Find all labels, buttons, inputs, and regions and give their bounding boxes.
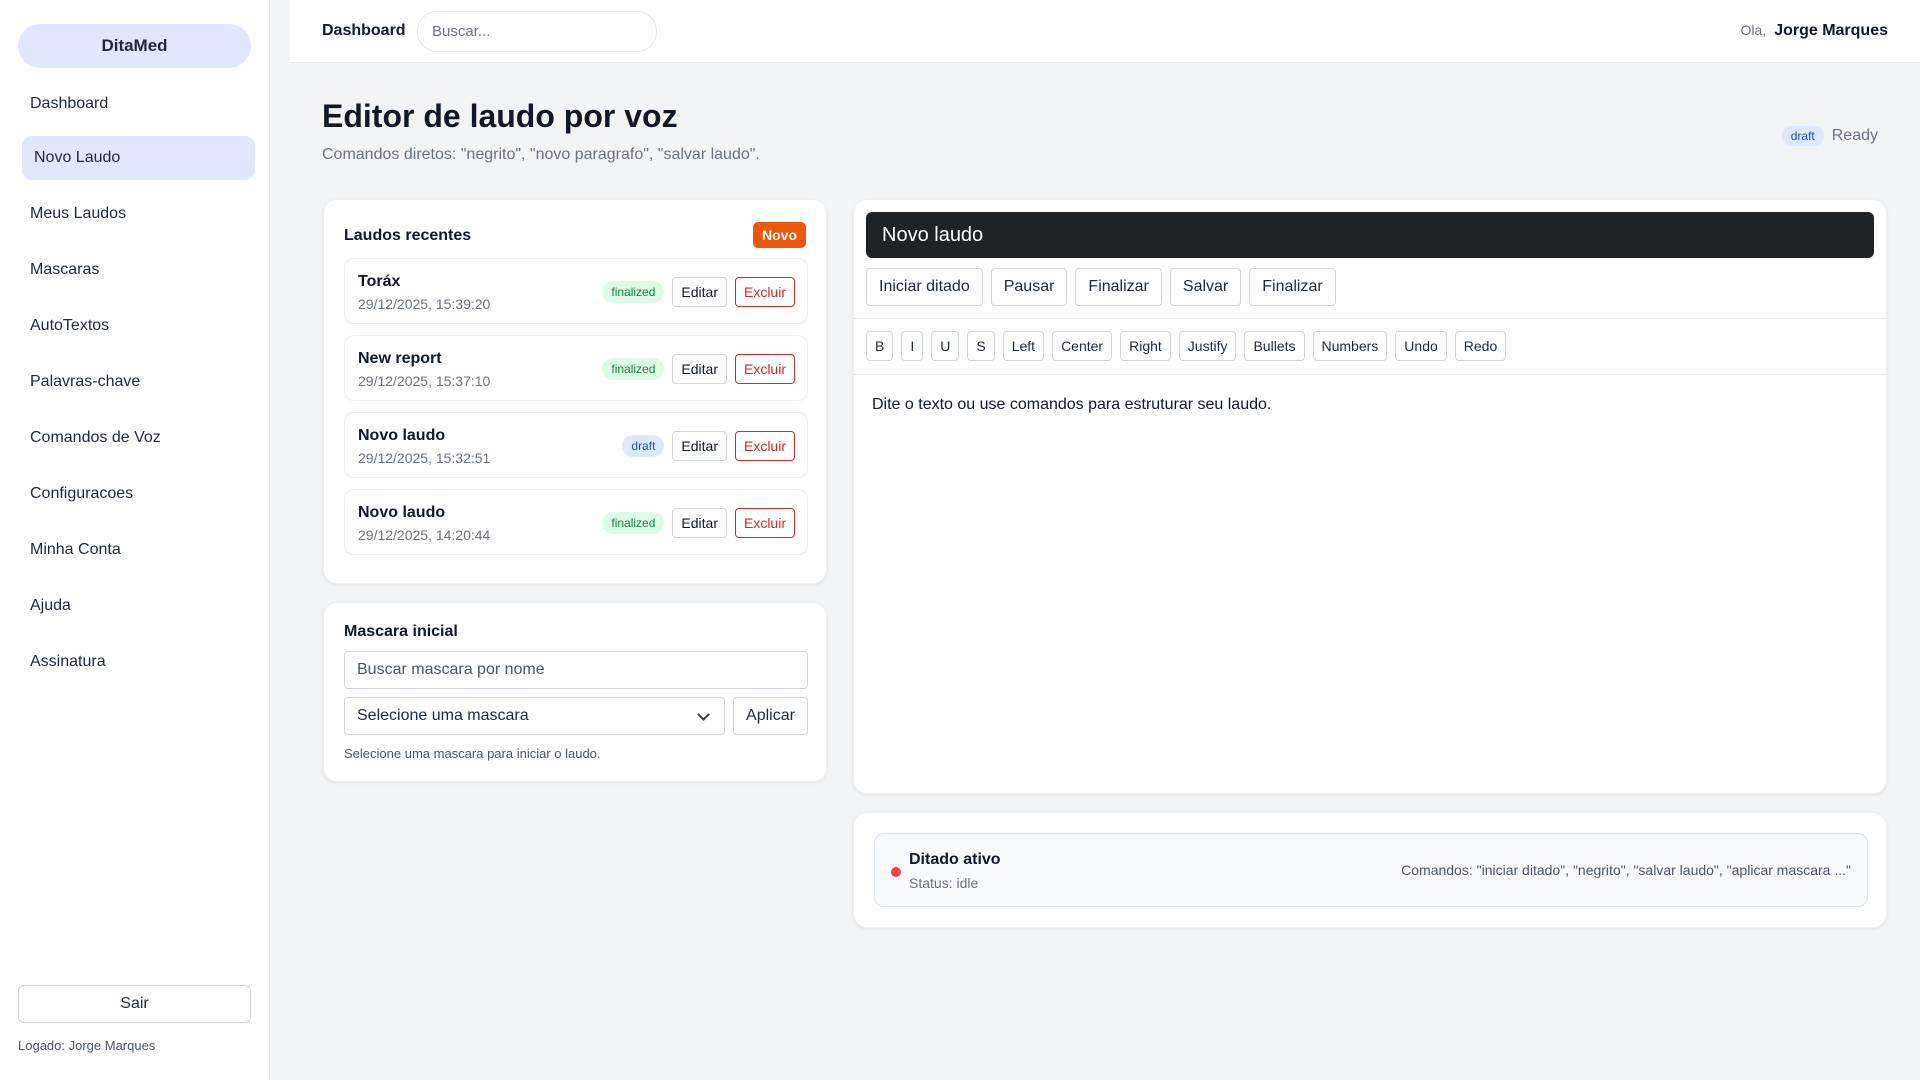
delete-button[interactable]: Excluir [734,277,795,307]
sidebar-item-assinatura[interactable]: Assinatura [22,640,255,684]
redo-button[interactable]: Redo [1454,331,1507,361]
logout-button[interactable]: Sair [18,985,251,1023]
mask-select-value: Selecione uma mascara [357,707,529,724]
sidebar-item-minha-conta[interactable]: Minha Conta [22,528,255,572]
edit-button[interactable]: Editar [672,508,727,538]
logged-in-text: Logado: Jorge Marques [18,1038,156,1053]
report-item[interactable]: Novo laudo 29/12/2025, 14:20:44 finalize… [344,489,808,555]
report-date: 29/12/2025, 14:20:44 [358,527,491,543]
sidebar-item-novo-laudo[interactable]: Novo Laudo [22,136,255,180]
sidebar-item-palavras-chave[interactable]: Palavras-chave [22,360,255,404]
report-actions: finalized Editar Excluir [602,277,795,307]
recent-reports-card: Laudos recentes Novo Toráx 29/12/2025, 1… [323,199,827,584]
report-name: Novo laudo [358,504,446,521]
status-badge: draft [1781,126,1824,146]
report-date: 29/12/2025, 15:37:10 [358,373,491,389]
sidebar-item-configuracoes[interactable]: Configuracoes [22,472,255,516]
divider [854,374,1888,375]
sidebar-item-autotextos[interactable]: AutoTextos [22,304,255,348]
mask-select[interactable]: Selecione uma mascara [344,697,725,735]
report-actions: draft Editar Excluir [622,431,795,461]
edit-button[interactable]: Editar [672,354,727,384]
dictation-commands: Comandos: "iniciar ditado", "negrito", "… [1401,862,1851,878]
numbers-button[interactable]: Numbers [1312,331,1388,361]
divider [854,318,1888,319]
dictation-box: Ditado ativo Status: idle Comandos: "ini… [874,833,1868,907]
editor-card: Novo laudo Iniciar ditado Pausar Finaliz… [853,199,1888,794]
report-item[interactable]: New report 29/12/2025, 15:37:10 finalize… [344,335,808,401]
report-actions: finalized Editar Excluir [602,354,795,384]
report-name: Toráx [358,273,401,290]
status-badge: finalized [602,358,665,380]
strikethrough-button[interactable]: S [967,331,995,361]
user-name[interactable]: Jorge Marques [1774,22,1888,40]
new-report-button[interactable]: Novo [753,222,806,248]
topbar-title[interactable]: Dashboard [322,22,406,40]
sidebar-item-ajuda[interactable]: Ajuda [22,584,255,628]
sidebar-item-dashboard[interactable]: Dashboard [22,82,255,126]
brand-logo[interactable]: DitaMed [18,24,251,68]
pause-button[interactable]: Pausar [990,268,1068,306]
report-item[interactable]: Toráx 29/12/2025, 15:39:20 finalized Edi… [344,258,808,324]
report-item[interactable]: Novo laudo 29/12/2025, 15:32:51 draft Ed… [344,412,808,478]
delete-button[interactable]: Excluir [734,431,795,461]
underline-button[interactable]: U [931,331,960,361]
dictation-status-card: Ditado ativo Status: idle Comandos: "ini… [853,812,1887,928]
report-name: Novo laudo [358,427,446,444]
dictation-actions: Iniciar ditado Pausar Finalizar Salvar F… [866,268,1336,306]
editor-body[interactable]: Dite o texto ou use comandos para estrut… [872,396,1271,414]
document-status: draft Ready [1781,126,1878,146]
report-date: 29/12/2025, 15:39:20 [358,296,491,312]
finalize-button[interactable]: Finalizar [1249,268,1336,306]
user-greeting: Ola, Jorge Marques [1741,22,1889,40]
sidebar-item-comandos-de-voz[interactable]: Comandos de Voz [22,416,255,460]
delete-button[interactable]: Excluir [734,354,795,384]
report-date: 29/12/2025, 15:32:51 [358,450,491,466]
mask-hint: Selecione uma mascara para iniciar o lau… [344,746,601,761]
search-input[interactable] [417,11,657,52]
sidebar-item-mascaras[interactable]: Mascaras [22,248,255,292]
sidebar: DitaMed Dashboard Novo Laudo Meus Laudos… [0,0,270,1080]
dictation-status: Status: idle [909,875,979,891]
start-dictation-button[interactable]: Iniciar ditado [866,268,983,306]
recent-reports-title: Laudos recentes [344,227,472,244]
sidebar-item-meus-laudos[interactable]: Meus Laudos [22,192,255,236]
status-badge: draft [622,435,665,457]
apply-mask-button[interactable]: Aplicar [733,697,808,735]
justify-button[interactable]: Justify [1178,331,1237,361]
italic-button[interactable]: I [901,331,924,361]
page-subtitle: Comandos diretos: "negrito", "novo parag… [322,146,760,163]
page-title: Editor de laudo por voz [322,98,678,134]
report-name: New report [358,350,442,367]
undo-button[interactable]: Undo [1395,331,1447,361]
initial-mask-card: Mascara inicial Selecione uma mascara Ap… [323,602,827,782]
align-left-button[interactable]: Left [1002,331,1045,361]
dictation-title: Ditado ativo [909,851,1001,868]
bold-button[interactable]: B [866,331,894,361]
status-badge: finalized [602,512,665,534]
mask-title: Mascara inicial [344,623,458,640]
edit-button[interactable]: Editar [672,277,727,307]
recording-dot-icon [891,867,901,877]
format-toolbar: B I U S Left Center Right Justify Bullet… [866,331,1507,361]
save-button[interactable]: Salvar [1169,268,1242,306]
edit-button[interactable]: Editar [672,431,727,461]
status-badge: finalized [602,281,665,303]
align-center-button[interactable]: Center [1052,331,1113,361]
report-title-input[interactable]: Novo laudo [866,212,1874,258]
align-right-button[interactable]: Right [1120,331,1171,361]
status-text: Ready [1831,127,1878,144]
report-actions: finalized Editar Excluir [602,508,795,538]
mask-search-input[interactable] [344,651,808,689]
greeting-text: Ola, [1740,22,1767,38]
topbar: Dashboard Ola, Jorge Marques [290,0,1920,63]
chevron-down-icon [697,707,710,721]
bullets-button[interactable]: Bullets [1244,331,1305,361]
delete-button[interactable]: Excluir [734,508,795,538]
finish-button[interactable]: Finalizar [1075,268,1162,306]
